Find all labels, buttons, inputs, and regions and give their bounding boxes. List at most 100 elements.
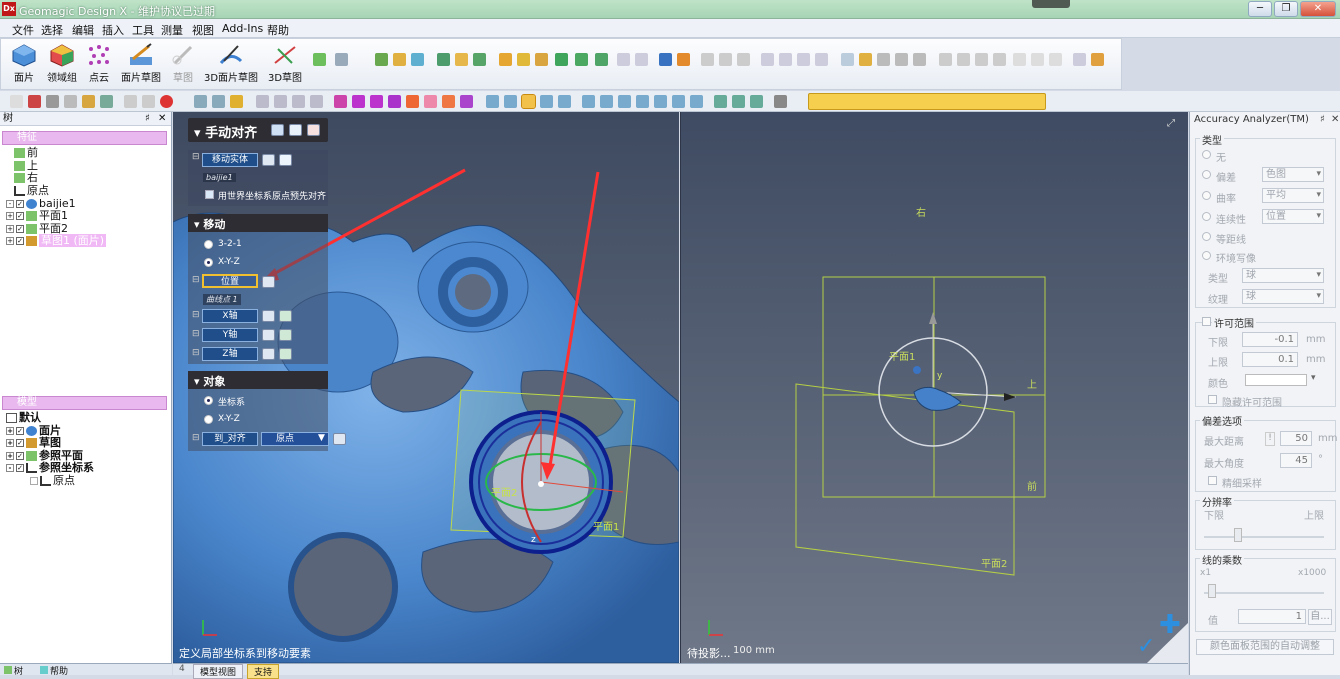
view-top-icon[interactable] xyxy=(540,95,553,108)
view-shaded-icon[interactable] xyxy=(636,95,649,108)
ribbon-mesh-button[interactable]: 面片 xyxy=(9,43,39,89)
clear-icon[interactable] xyxy=(333,433,346,445)
menu-file[interactable]: 文件 xyxy=(12,22,34,38)
intersect-icon[interactable] xyxy=(975,53,988,66)
ribbon-sketch-button[interactable]: 草图 xyxy=(169,43,197,89)
ribbon-3d-sketch-button[interactable]: 3D草图 xyxy=(267,43,303,89)
menu-edit[interactable]: 编辑 xyxy=(72,22,94,38)
visibility-checkbox[interactable]: ✓ xyxy=(16,464,24,472)
project-icon[interactable] xyxy=(957,53,970,66)
expand-icon[interactable]: ⤢ xyxy=(1167,118,1175,129)
tree-item-front[interactable]: 前 xyxy=(14,147,38,159)
view-edges-icon[interactable] xyxy=(690,95,703,108)
max-distance-input[interactable]: 50 xyxy=(1280,431,1312,446)
pattern-icon[interactable] xyxy=(761,53,774,66)
tab-tree[interactable]: 树 xyxy=(4,664,23,677)
scale-icon[interactable] xyxy=(797,53,810,66)
flip-icon[interactable] xyxy=(279,348,292,360)
chevron-down-icon[interactable]: ▾ xyxy=(1311,373,1316,383)
upper-limit-input[interactable]: 0.1 xyxy=(1242,352,1298,367)
y-axis-field[interactable]: Y轴 xyxy=(202,328,258,342)
quick-access-handle[interactable] xyxy=(1032,0,1070,8)
display-filter-strip[interactable] xyxy=(808,93,1046,110)
expand-icon[interactable]: - xyxy=(6,200,14,208)
plane-icon[interactable] xyxy=(313,53,326,66)
ribbon-mesh-sketch-button[interactable]: 面片草图 xyxy=(119,43,163,89)
expand-icon[interactable]: + xyxy=(6,439,14,447)
tree-item-ref-coords[interactable]: - ✓ 参照坐标系 xyxy=(6,462,94,474)
undo-icon[interactable] xyxy=(124,95,137,108)
coord-icon[interactable] xyxy=(774,95,787,108)
open-icon[interactable] xyxy=(28,95,41,108)
delete-face-icon[interactable] xyxy=(877,53,890,66)
close-icon[interactable]: ✕ xyxy=(158,112,166,125)
radio-xyz-target[interactable] xyxy=(204,415,213,424)
select-icon[interactable] xyxy=(194,95,207,108)
zoom-window-icon[interactable] xyxy=(292,95,305,108)
extend-icon[interactable] xyxy=(913,53,926,66)
surface-icon[interactable] xyxy=(473,53,486,66)
filter-point-icon[interactable] xyxy=(406,95,419,108)
preview-icon[interactable] xyxy=(271,124,284,136)
check-icon[interactable]: ✓ xyxy=(1137,634,1155,659)
radio-321[interactable] xyxy=(204,240,213,249)
position-field[interactable]: 位置 xyxy=(202,274,258,288)
move-entity-field[interactable]: 移动实体 xyxy=(202,153,258,167)
export-icon[interactable] xyxy=(100,95,113,108)
fill-icon[interactable] xyxy=(535,53,548,66)
curve-icon[interactable] xyxy=(939,53,952,66)
tree-item-plane1[interactable]: + ✓ 平面1 xyxy=(6,210,68,222)
auto-button[interactable]: 自... xyxy=(1308,609,1332,625)
visibility-checkbox[interactable]: ✓ xyxy=(16,427,24,435)
visibility-checkbox[interactable]: ✓ xyxy=(16,200,24,208)
filter-body-icon[interactable] xyxy=(388,95,401,108)
filter-vertex-icon[interactable] xyxy=(334,95,347,108)
cancel-icon[interactable] xyxy=(307,124,320,136)
sweep-icon[interactable] xyxy=(411,53,424,66)
offset-icon[interactable] xyxy=(701,53,714,66)
tab-model-view[interactable]: 模型视图 xyxy=(193,664,244,679)
menu-tools[interactable]: 工具 xyxy=(132,22,154,38)
tree-item-origin[interactable]: 原点 xyxy=(14,185,49,197)
tree-item-model-origin[interactable]: 原点 xyxy=(30,475,75,487)
convert-icon[interactable] xyxy=(993,53,1006,66)
radio-deviation[interactable] xyxy=(1202,170,1211,179)
shell-icon[interactable] xyxy=(455,53,468,66)
select-lasso-icon[interactable] xyxy=(230,95,243,108)
model-section-header[interactable]: 模型 xyxy=(2,396,167,410)
menu-help[interactable]: 帮助 xyxy=(267,22,289,38)
ribbon-region-group-button[interactable]: 领域组 xyxy=(45,43,79,89)
draft-icon[interactable] xyxy=(595,53,608,66)
chevron-down-icon[interactable]: ▼ xyxy=(318,433,325,443)
viewport-left[interactable]: 平面2 平面1 z ▾ 手动对齐 ⊟ 移动实体 baijie1 用世界坐标系原点… xyxy=(173,112,679,663)
view-right-icon[interactable] xyxy=(600,95,613,108)
expand-icon[interactable]: - xyxy=(6,464,14,472)
face-icon[interactable] xyxy=(841,53,854,66)
ribbon-point-cloud-button[interactable]: 点云 xyxy=(85,43,113,89)
new-icon[interactable] xyxy=(10,95,23,108)
expand-icon[interactable]: + xyxy=(6,427,14,435)
multiplier-slider[interactable] xyxy=(1204,592,1324,594)
viewport-right[interactable]: 右 上 前 平面1 平面2 y ⤢ ✚ ✓ 待投影... 100 mm xyxy=(680,112,1188,663)
radio-coord[interactable] xyxy=(204,396,213,405)
cone-icon[interactable] xyxy=(517,53,530,66)
x-axis-field[interactable]: X轴 xyxy=(202,309,258,323)
flip-icon[interactable] xyxy=(279,329,292,341)
light-icon[interactable] xyxy=(714,95,727,108)
close-button[interactable]: ✕ xyxy=(1300,1,1336,17)
resolution-slider-thumb[interactable] xyxy=(1234,528,1242,542)
edge-icon[interactable] xyxy=(859,53,872,66)
resolution-slider[interactable] xyxy=(1204,536,1324,538)
clear-icon[interactable] xyxy=(262,329,275,341)
lower-limit-input[interactable]: -0.1 xyxy=(1242,332,1298,347)
menu-addins[interactable]: Add-Ins xyxy=(222,22,263,35)
align-icon[interactable] xyxy=(659,53,672,66)
minimize-button[interactable]: ─ xyxy=(1248,1,1272,17)
pipe-icon[interactable] xyxy=(499,53,512,66)
zoom-fit-icon[interactable] xyxy=(274,95,287,108)
save-icon[interactable] xyxy=(46,95,59,108)
auto-adjust-button[interactable]: 颜色面板范围的自动调整 xyxy=(1196,639,1334,655)
restore-button[interactable]: ❐ xyxy=(1274,1,1298,17)
tab-help[interactable]: 帮助 xyxy=(40,664,68,677)
fine-sampling-checkbox[interactable] xyxy=(1208,476,1217,485)
